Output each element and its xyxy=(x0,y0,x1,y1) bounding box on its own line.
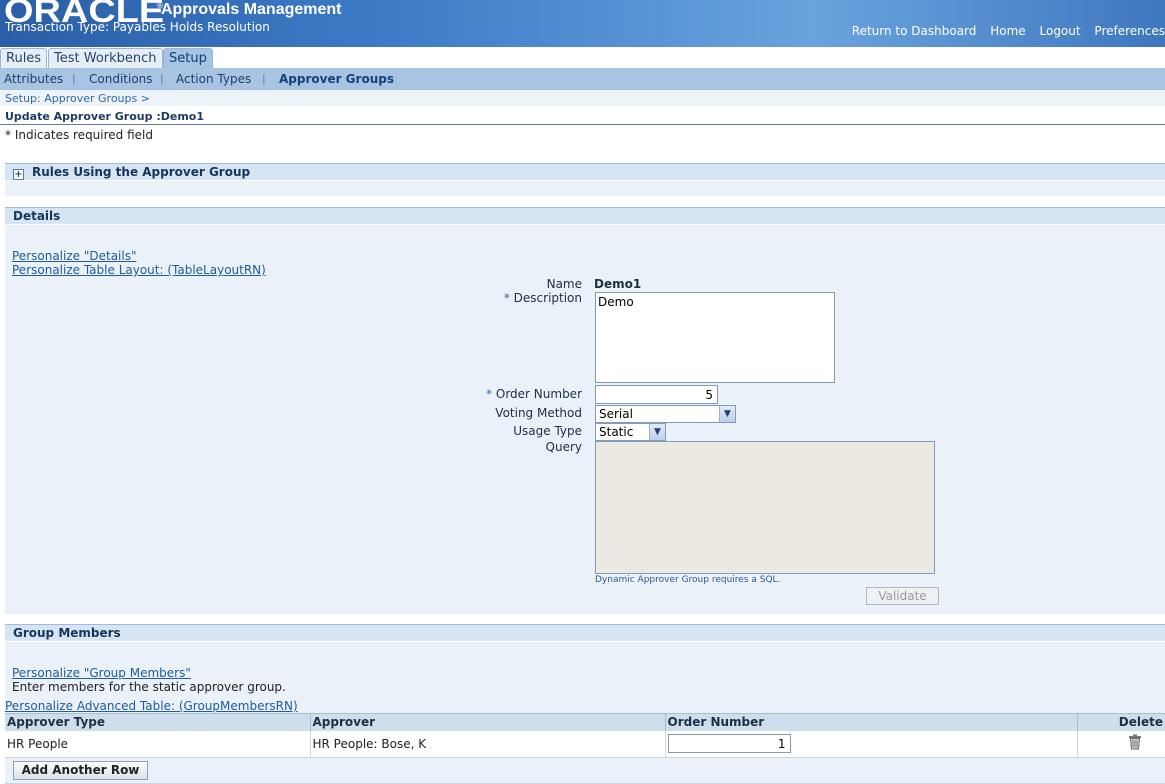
order-number-label: * Order Number xyxy=(440,387,582,401)
personalize-group-members-link[interactable]: Personalize "Group Members" xyxy=(12,666,191,680)
tab-bar: Rules Test Workbench Setup xyxy=(0,47,1165,69)
group-members-instructions: Enter members for the static approver gr… xyxy=(12,680,286,694)
subtab-bar: Attributes | Conditions | Action Types |… xyxy=(0,68,1165,90)
subtab-attributes[interactable]: Attributes xyxy=(4,72,63,86)
voting-method-value: Serial xyxy=(599,407,633,421)
subtab-separator: | xyxy=(160,72,164,85)
global-links: Return to Dashboard Home Logout Preferen… xyxy=(842,24,1165,38)
required-field-note: * Indicates required field xyxy=(5,128,154,142)
group-members-section-header: Group Members xyxy=(5,624,1165,641)
subtab-separator: | xyxy=(262,72,266,85)
validate-button[interactable]: Validate xyxy=(866,587,939,605)
column-header-delete: Delete xyxy=(1077,713,1165,731)
chevron-down-icon: ▼ xyxy=(649,424,665,440)
order-number-cell xyxy=(665,730,1078,758)
query-hint: Dynamic Approver Group requires a SQL. xyxy=(595,575,781,585)
home-link[interactable]: Home xyxy=(990,24,1025,38)
personalize-details-link[interactable]: Personalize "Details" xyxy=(12,249,136,263)
breadcrumb[interactable]: Setup: Approver Groups > xyxy=(5,92,150,105)
page-title: Update Approver Group :Demo1 xyxy=(5,110,204,123)
tab-test-workbench[interactable]: Test Workbench xyxy=(48,48,163,69)
details-section-header: Details xyxy=(5,207,1165,224)
branding-header: ORACLE ® Approvals Management Transactio… xyxy=(0,0,1165,47)
name-value: Demo1 xyxy=(594,277,642,291)
query-label: Query xyxy=(545,440,582,454)
member-order-number-input[interactable] xyxy=(667,734,791,754)
approver-type-cell: HR People xyxy=(5,730,311,758)
rules-section-panel xyxy=(5,181,1165,196)
table-footer-row: Add Another Row xyxy=(5,757,1165,784)
subtab-approver-groups[interactable]: Approver Groups xyxy=(279,72,394,86)
rules-section-header[interactable]: + Rules Using the Approver Group xyxy=(5,163,1165,180)
usage-type-select[interactable]: Static ▼ xyxy=(595,423,666,441)
logout-link[interactable]: Logout xyxy=(1040,24,1081,38)
tab-setup[interactable]: Setup xyxy=(163,48,213,69)
order-number-label-text: Order Number xyxy=(495,387,582,401)
usage-type-label: Usage Type xyxy=(513,424,582,438)
column-header-order-number: Order Number xyxy=(665,713,1078,731)
subtab-separator: | xyxy=(72,72,76,85)
transaction-type-subtitle: Transaction Type: Payables Holds Resolut… xyxy=(5,20,270,34)
table-row: HR People HR People: Bose, K xyxy=(5,730,1165,758)
personalize-advanced-table-link[interactable]: Personalize Advanced Table: (GroupMember… xyxy=(5,699,298,713)
order-number-input[interactable] xyxy=(595,385,718,404)
required-marker: * xyxy=(486,387,493,401)
breadcrumb-bar: Setup: Approver Groups > xyxy=(0,90,1165,106)
query-textarea[interactable] xyxy=(595,441,935,574)
table-header-row: Approver Type Approver Order Number Dele… xyxy=(5,713,1165,731)
group-members-section-title: Group Members xyxy=(13,626,121,640)
description-label: * Description xyxy=(440,291,582,305)
table-footer-cell: Add Another Row xyxy=(5,757,1165,784)
delete-cell xyxy=(1077,730,1165,758)
trash-icon[interactable] xyxy=(1100,734,1142,753)
voting-method-select[interactable]: Serial ▼ xyxy=(595,405,736,423)
group-members-table: Approver Type Approver Order Number Dele… xyxy=(5,713,1165,784)
title-divider xyxy=(0,124,1165,125)
column-header-approver-type: Approver Type xyxy=(5,713,311,731)
subtab-conditions[interactable]: Conditions xyxy=(89,72,153,86)
subtab-action-types[interactable]: Action Types xyxy=(176,72,251,86)
rules-section-title: Rules Using the Approver Group xyxy=(32,165,251,179)
details-panel xyxy=(5,225,1165,614)
add-another-row-button[interactable]: Add Another Row xyxy=(13,761,148,780)
name-label: Name xyxy=(546,277,582,291)
voting-method-label: Voting Method xyxy=(495,406,582,420)
usage-type-value: Static xyxy=(599,425,634,439)
tab-rules[interactable]: Rules xyxy=(0,48,48,69)
required-marker: * xyxy=(503,291,510,305)
column-header-approver: Approver xyxy=(310,713,666,731)
return-to-dashboard-link[interactable]: Return to Dashboard xyxy=(852,24,977,38)
expand-icon[interactable]: + xyxy=(13,169,24,180)
preferences-link[interactable]: Preferences xyxy=(1094,24,1165,38)
personalize-table-layout-link[interactable]: Personalize Table Layout: (TableLayoutRN… xyxy=(12,263,266,277)
approver-cell: HR People: Bose, K xyxy=(310,730,666,758)
description-label-text: Description xyxy=(513,291,582,305)
app-title: Approvals Management xyxy=(161,1,342,18)
description-textarea[interactable]: Demo xyxy=(595,292,835,383)
chevron-down-icon: ▼ xyxy=(719,406,735,422)
details-section-title: Details xyxy=(13,209,61,223)
